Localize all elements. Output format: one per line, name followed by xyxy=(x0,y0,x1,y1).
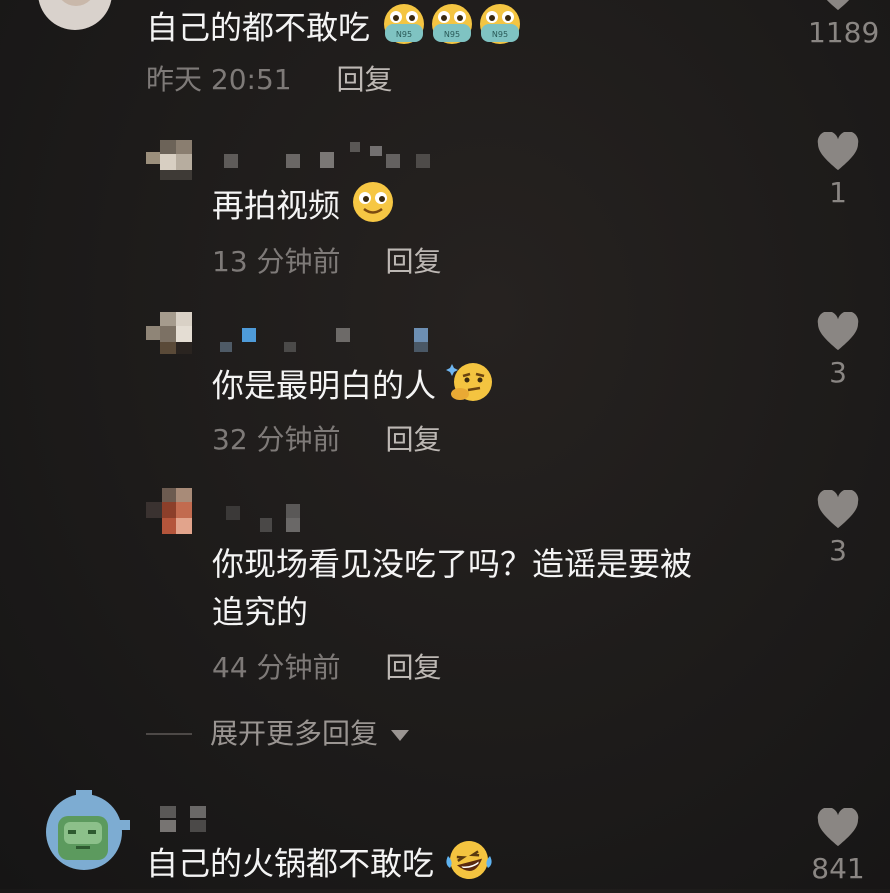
second-comment-avatar[interactable] xyxy=(38,790,132,870)
top-comment-avatar[interactable] xyxy=(38,0,112,30)
top-comment-meta: 昨天 20:51 回复 xyxy=(146,62,393,98)
top-comment-reply-button[interactable]: 回复 xyxy=(337,63,393,96)
mask-face-emoji-1: N95 xyxy=(380,2,428,57)
reply-2-text: 你是最明白的人 xyxy=(212,366,437,405)
reply-2-time: 32 分钟前 xyxy=(212,423,341,456)
svg-text:N95: N95 xyxy=(444,30,460,39)
top-comment-row: 自己的都不敢吃 N95 N95 N95 xyxy=(146,2,524,57)
reply-3-username-blurred[interactable] xyxy=(220,504,340,534)
reply-1-avatar[interactable] xyxy=(146,140,192,184)
avatar-image xyxy=(46,790,130,870)
reply-3-like-button[interactable]: 3 xyxy=(808,490,868,574)
reply-3-text-line-1: 你现场看见没吃了吗？造谣是要被 xyxy=(212,545,693,583)
reply-2-row: 你是最明白的人 xyxy=(212,360,496,415)
reply-1-meta: 13 分钟前 回复 xyxy=(212,244,441,280)
heart-icon xyxy=(817,808,859,847)
heart-icon xyxy=(817,132,859,171)
second-comment-text: 自己的火锅都不敢吃 xyxy=(146,844,435,883)
mask-face-emoji-2: N95 xyxy=(428,2,476,57)
laughing-crying-face-emoji xyxy=(444,838,494,893)
svg-text:N95: N95 xyxy=(492,30,508,39)
second-comment-like-button[interactable]: 841 xyxy=(808,808,868,892)
reply-3-avatar[interactable] xyxy=(146,488,192,536)
expand-more-replies-button[interactable]: 展开更多回复 xyxy=(210,716,409,752)
caret-down-icon xyxy=(390,729,409,741)
expand-divider xyxy=(146,733,192,735)
smiling-face-emoji xyxy=(350,180,396,235)
reply-3-text-line-2: 追究的 xyxy=(212,593,309,631)
top-comment-like-count: 1189 xyxy=(808,16,880,49)
mask-face-emoji-3: N95 xyxy=(476,2,524,57)
heart-icon xyxy=(817,312,859,351)
reply-1-like-button[interactable]: 1 xyxy=(808,132,868,216)
heart-icon xyxy=(817,490,859,529)
second-comment-username-blurred[interactable] xyxy=(160,806,220,836)
expand-more-label: 展开更多回复 xyxy=(210,717,379,750)
reply-1-row: 再拍视频 xyxy=(212,180,396,235)
top-comment-like-button[interactable]: 1189 xyxy=(808,0,880,62)
reply-3-time: 44 分钟前 xyxy=(212,651,341,684)
reply-1-text: 再拍视频 xyxy=(212,186,341,225)
second-comment-row: 自己的火锅都不敢吃 xyxy=(146,838,494,893)
top-comment-time: 昨天 20:51 xyxy=(146,63,292,96)
second-comment-like-count: 841 xyxy=(811,852,865,885)
reply-1-like-count: 1 xyxy=(829,176,847,209)
reply-2-username-blurred[interactable] xyxy=(220,326,440,356)
reply-2-meta: 32 分钟前 回复 xyxy=(212,422,441,458)
thinking-face-emoji xyxy=(446,360,496,415)
reply-1-username-blurred[interactable] xyxy=(220,142,440,172)
reply-2-reply-button[interactable]: 回复 xyxy=(385,423,441,456)
heart-icon xyxy=(826,0,850,11)
reply-2-avatar[interactable] xyxy=(146,312,192,356)
reply-2-like-button[interactable]: 3 xyxy=(808,312,868,396)
reply-1-reply-button[interactable]: 回复 xyxy=(385,245,441,278)
reply-3-like-count: 3 xyxy=(829,534,847,567)
reply-1-time: 13 分钟前 xyxy=(212,245,341,278)
reply-2-like-count: 3 xyxy=(829,356,847,389)
top-comment-text: 自己的都不敢吃 xyxy=(146,8,371,47)
reply-3-reply-button[interactable]: 回复 xyxy=(385,651,441,684)
svg-text:N95: N95 xyxy=(396,30,412,39)
reply-3-meta: 44 分钟前 回复 xyxy=(212,650,441,686)
